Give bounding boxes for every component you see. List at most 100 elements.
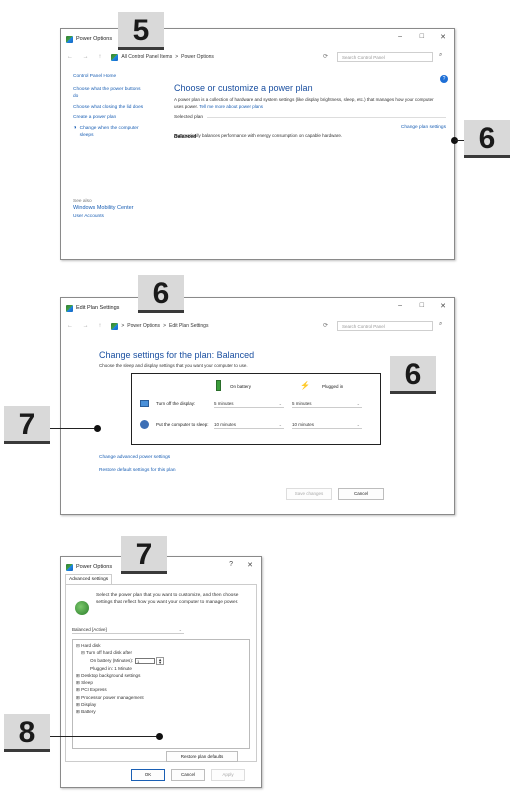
- sidebar-item-create-plan[interactable]: Create a power plan: [73, 114, 163, 122]
- breadcrumb-current[interactable]: Power Options: [181, 54, 214, 60]
- window-titlebar: Edit Plan Settings: [61, 298, 454, 318]
- callout-badge-6: 6: [138, 275, 184, 313]
- plan-select[interactable]: Balanced [Active] ⌄: [72, 625, 184, 634]
- close-button[interactable]: ✕: [247, 561, 253, 569]
- restore-defaults-link[interactable]: Restore default settings for this plan: [99, 468, 176, 473]
- breadcrumb-power-options[interactable]: Power Options: [127, 323, 160, 329]
- callout-badge-6: 6: [390, 356, 436, 394]
- search-placeholder: Search Control Panel: [342, 324, 385, 329]
- breadcrumb-current[interactable]: Edit Plan Settings: [169, 323, 208, 329]
- search-input[interactable]: Search Control Panel: [337, 52, 433, 62]
- control-panel-icon: [111, 322, 119, 330]
- tree-item-hard-disk[interactable]: ⊟ Hard disk: [76, 642, 246, 649]
- power-options-window: Power Options – □ ✕ ← → ↑ All Control Pa…: [60, 28, 455, 260]
- user-accounts-link[interactable]: User Accounts: [73, 213, 163, 221]
- save-changes-button[interactable]: Save changes: [286, 488, 332, 500]
- maximize-button[interactable]: □: [420, 302, 424, 309]
- close-button[interactable]: ✕: [440, 33, 446, 41]
- row-display-label: Turn off the display:: [156, 401, 196, 406]
- nav-arrows-icon[interactable]: ← → ↑: [67, 54, 105, 60]
- search-input[interactable]: Search Control Panel: [337, 321, 433, 331]
- search-icon[interactable]: ⌕: [439, 321, 442, 328]
- cancel-button[interactable]: Cancel: [338, 488, 384, 500]
- page-subtitle: Choose the sleep and display settings th…: [99, 363, 248, 368]
- callout-line: [50, 428, 96, 429]
- power-options-icon: [66, 563, 73, 571]
- close-button[interactable]: ✕: [440, 302, 446, 310]
- sidebar-item-power-buttons[interactable]: Choose what the power buttons do: [73, 86, 145, 101]
- refresh-icon[interactable]: ⟳: [323, 322, 328, 329]
- callout-badge-7: 7: [4, 406, 50, 444]
- sidebar-item-sleep-wrap: ◑ Change when the computer sleeps: [73, 125, 163, 140]
- minimize-button[interactable]: –: [398, 33, 402, 40]
- tree-item-battery[interactable]: ⊞ Battery: [76, 708, 246, 715]
- advanced-settings-dialog: Power Options ? ✕ Advanced settings Sele…: [60, 556, 262, 788]
- sidebar-item-closing-lid[interactable]: Choose what closing the lid does: [73, 104, 145, 112]
- sidebar-item-control-panel-home[interactable]: Control Panel Home: [73, 73, 163, 81]
- spinner-value: 1: [137, 658, 140, 664]
- sleep-icon: [140, 420, 149, 429]
- help-button[interactable]: ?: [229, 561, 233, 568]
- page-description: A power plan is a collection of hardware…: [174, 97, 442, 110]
- refresh-icon[interactable]: ⟳: [323, 53, 328, 60]
- nav-arrows-icon[interactable]: ← → ↑: [67, 323, 105, 329]
- plan-description: Automatically balances performance with …: [174, 133, 343, 138]
- help-icon[interactable]: ?: [440, 75, 448, 83]
- sleep-plugged-in-select[interactable]: 10 minutes ⌄: [292, 420, 362, 429]
- section-divider: [207, 117, 446, 118]
- chevron-down-icon: ⌄: [356, 401, 360, 406]
- minutes-spinner[interactable]: 1: [135, 657, 156, 664]
- power-options-icon: [66, 304, 73, 312]
- spinner-arrows-icon[interactable]: ▲ ▼: [156, 656, 165, 665]
- chevron-down-icon: ⌄: [178, 627, 182, 632]
- plan-row: Balanced Change plan settings: [174, 125, 446, 140]
- windows-mobility-center-link[interactable]: Windows Mobility Center: [73, 205, 163, 213]
- tree-item-pci-express[interactable]: ⊞ PCI Express: [76, 686, 246, 693]
- breadcrumb-separator: >: [121, 323, 125, 329]
- chevron-down-icon: ⌄: [356, 422, 360, 427]
- select-value: 5 minutes: [292, 401, 312, 406]
- tree-item-turn-off-hard-disk[interactable]: ⊟ Turn off hard disk after: [76, 649, 246, 656]
- display-on-battery-select[interactable]: 5 minutes ⌄: [214, 399, 284, 408]
- power-plan-icon: [75, 601, 89, 615]
- apply-button[interactable]: Apply: [211, 769, 245, 781]
- tree-item-display[interactable]: ⊞ Display: [76, 701, 246, 708]
- window-title: Power Options: [76, 36, 113, 42]
- tree-item-plugged-in[interactable]: Plugged in: 1 Minute: [76, 665, 246, 672]
- tell-me-more-link[interactable]: Tell me more about power plans: [199, 104, 263, 109]
- selected-plan-label: Selected plan: [174, 115, 204, 120]
- cancel-button[interactable]: Cancel: [171, 769, 205, 781]
- change-advanced-settings-link[interactable]: Change advanced power settings: [99, 455, 170, 460]
- intro-text: Select the power plan that you want to c…: [96, 593, 239, 605]
- plan-radio[interactable]: Balanced: [174, 134, 196, 140]
- breadcrumb-separator: >: [163, 323, 166, 329]
- column-on-battery: On battery: [230, 384, 252, 389]
- ok-button[interactable]: OK: [131, 769, 165, 781]
- tree-item-processor[interactable]: ⊞ Processor power management: [76, 694, 246, 701]
- minimize-button[interactable]: –: [398, 302, 402, 309]
- window-title: Power Options: [76, 564, 113, 570]
- chevron-down-icon: ⌄: [278, 422, 282, 427]
- row-sleep-label: Put the computer to sleep:: [156, 422, 209, 427]
- display-plugged-in-select[interactable]: 5 minutes ⌄: [292, 399, 362, 408]
- on-battery-label: On battery (Minutes):: [90, 657, 134, 663]
- restore-plan-defaults-button[interactable]: Restore plan defaults: [166, 751, 238, 762]
- sidebar-item-change-sleep[interactable]: Change when the computer sleeps: [80, 125, 146, 140]
- change-plan-settings-link[interactable]: Change plan settings: [401, 125, 446, 130]
- breadcrumb-home[interactable]: All Control Panel Items: [121, 54, 172, 60]
- display-icon: [140, 400, 149, 407]
- power-options-icon: [66, 35, 73, 43]
- tree-item-desktop-background[interactable]: ⊞ Desktop background settings: [76, 672, 246, 679]
- page-title: Choose or customize a power plan: [174, 83, 313, 93]
- search-icon[interactable]: ⌕: [439, 52, 442, 59]
- sleep-on-battery-select[interactable]: 10 minutes ⌄: [214, 420, 284, 429]
- see-also-label: See also: [73, 198, 92, 204]
- maximize-button[interactable]: □: [420, 33, 424, 40]
- selected-plan-header: Selected plan: [174, 115, 446, 120]
- chevron-down-icon: ⌄: [278, 401, 282, 406]
- select-value: Balanced [Active]: [72, 627, 107, 632]
- callout-badge-8: 8: [4, 714, 50, 752]
- tab-advanced-settings[interactable]: Advanced settings: [65, 574, 113, 584]
- edit-plan-settings-window: Edit Plan Settings – □ ✕ ← → ↑ > Power O…: [60, 297, 455, 515]
- tree-item-sleep[interactable]: ⊞ Sleep: [76, 679, 246, 686]
